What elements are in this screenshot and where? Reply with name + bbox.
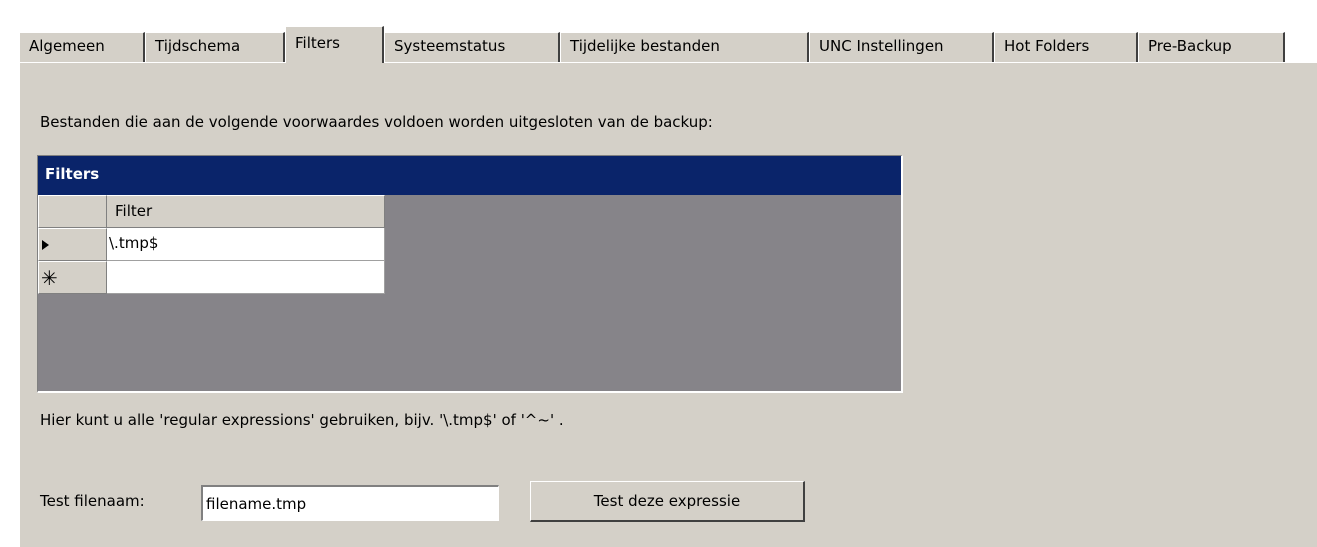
test-filename-label: Test filenaam: [40, 492, 145, 510]
filters-description: Bestanden die aan de volgende voorwaarde… [40, 113, 713, 131]
tab-tijdschema[interactable]: Tijdschema [145, 32, 285, 62]
filter-cell[interactable] [107, 261, 385, 294]
tab-label: Filters [295, 34, 340, 52]
row-selector[interactable] [38, 228, 107, 261]
current-row-icon [42, 239, 49, 250]
tab-label: Tijdschema [155, 37, 241, 55]
table-row[interactable]: \.tmp$ [38, 228, 385, 261]
grid-caption: Filters [38, 156, 901, 195]
tab-systeemstatus[interactable]: Systeemstatus [384, 32, 560, 62]
tab-label: Hot Folders [1004, 37, 1090, 55]
tab-label: Systeemstatus [394, 37, 506, 55]
tab-strip: Algemeen Tijdschema Filters Systeemstatu… [19, 26, 1317, 63]
tab-filters[interactable]: Filters [285, 26, 384, 63]
tab-label: Algemeen [29, 37, 105, 55]
tab-tijdelijke-bestanden[interactable]: Tijdelijke bestanden [560, 32, 809, 62]
button-label: Test deze expressie [593, 492, 741, 510]
column-header-filter[interactable]: Filter [107, 195, 385, 228]
tab-label: UNC Instellingen [819, 37, 944, 55]
row-selector[interactable]: ✳ [38, 261, 107, 294]
grid-header-row: Filter [38, 195, 385, 228]
regex-hint: Hier kunt u alle 'regular expressions' g… [40, 411, 564, 429]
grid-corner-cell[interactable] [38, 195, 107, 228]
tab-label: Pre-Backup [1148, 37, 1232, 55]
tab-label: Tijdelijke bestanden [570, 37, 720, 55]
tab-pre-backup[interactable]: Pre-Backup [1138, 32, 1285, 62]
filter-cell[interactable]: \.tmp$ [107, 228, 385, 261]
table-row-new[interactable]: ✳ [38, 261, 385, 294]
test-expression-button[interactable]: Test deze expressie [530, 481, 805, 522]
tab-algemeen[interactable]: Algemeen [19, 32, 145, 62]
tab-hot-folders[interactable]: Hot Folders [994, 32, 1138, 62]
window: Algemeen Tijdschema Filters Systeemstatu… [0, 0, 1317, 547]
new-row-icon: ✳ [41, 265, 58, 290]
test-filename-input[interactable] [201, 485, 499, 521]
grid-table: Filter \.tmp$ ✳ [38, 195, 385, 294]
filters-grid[interactable]: Filters Filter \.tmp$ ✳ [37, 155, 903, 393]
tab-unc-instellingen[interactable]: UNC Instellingen [809, 32, 994, 62]
